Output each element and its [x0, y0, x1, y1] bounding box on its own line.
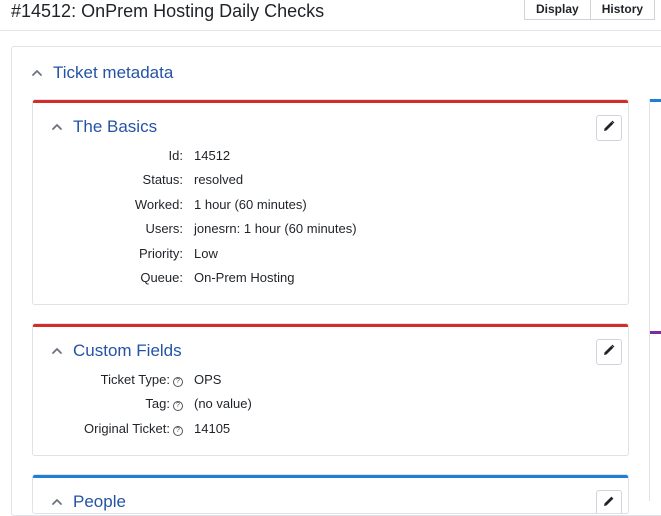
tab-display[interactable]: Display: [524, 0, 591, 20]
chevron-up-icon[interactable]: [50, 120, 64, 134]
section-title[interactable]: Ticket metadata: [53, 63, 173, 83]
card-title[interactable]: People: [73, 492, 126, 512]
custom-fields-header[interactable]: Custom Fields: [50, 341, 182, 361]
field-value-id: 14512: [194, 148, 231, 163]
view-tabs: Display History: [524, 0, 656, 20]
card-accent-bar: [33, 100, 628, 103]
field-label-ticket-type: Ticket Type:?: [101, 372, 183, 387]
field-value-status: resolved: [194, 172, 244, 187]
field-label-text: Original Ticket:: [84, 421, 170, 436]
custom-fields-card: Custom Fields Ticket Type:? OPS Tag:? (n…: [32, 323, 629, 456]
the-basics-card: The Basics Id: 14512 Status: resolved Wo…: [32, 99, 629, 305]
ticket-metadata-header[interactable]: Ticket metadata: [30, 63, 173, 83]
edit-custom-fields-button[interactable]: [596, 339, 622, 365]
field-label-queue: Queue:: [140, 270, 183, 285]
field-label-priority: Priority:: [138, 246, 183, 261]
right-column-card-border: [649, 99, 661, 339]
field-value-users: jonesrn: 1 hour (60 minutes): [194, 221, 357, 236]
card-title[interactable]: The Basics: [73, 117, 157, 137]
tab-history[interactable]: History: [590, 0, 656, 20]
field-label-original-ticket: Original Ticket:?: [84, 421, 183, 436]
field-value-queue[interactable]: On-Prem Hosting: [194, 270, 294, 285]
field-label-text: Tag:: [145, 396, 170, 411]
help-icon[interactable]: ?: [173, 401, 183, 411]
field-label-worked: Worked:: [134, 197, 183, 212]
field-value-ticket-type: OPS: [194, 372, 222, 387]
people-card: People: [32, 474, 629, 514]
pencil-icon: [603, 494, 615, 512]
card-accent-bar: [33, 475, 628, 478]
chevron-up-icon[interactable]: [50, 495, 64, 509]
card-title[interactable]: Custom Fields: [73, 341, 182, 361]
pencil-icon: [603, 119, 615, 137]
people-header[interactable]: People: [50, 492, 126, 512]
field-value-worked: 1 hour (60 minutes): [194, 197, 307, 212]
edit-people-button[interactable]: [596, 490, 622, 513]
right-column-card-border: [649, 331, 661, 501]
the-basics-header[interactable]: The Basics: [50, 117, 157, 137]
help-icon[interactable]: ?: [173, 377, 183, 387]
field-value-tag: (no value): [194, 396, 252, 411]
field-value-original-ticket[interactable]: 14105: [194, 421, 230, 436]
field-label-users: Users:: [145, 221, 183, 236]
card-accent-bar: [33, 324, 628, 327]
header-divider: [0, 30, 661, 31]
chevron-up-icon[interactable]: [30, 66, 44, 80]
page-title: #14512: OnPrem Hosting Daily Checks: [11, 1, 325, 21]
field-label-text: Ticket Type:: [100, 372, 170, 387]
help-icon[interactable]: ?: [173, 426, 183, 436]
field-label-id: Id:: [168, 148, 183, 163]
chevron-up-icon[interactable]: [50, 344, 64, 358]
field-label-tag: Tag:?: [145, 396, 183, 411]
field-value-priority: Low: [194, 246, 218, 261]
field-label-status: Status:: [142, 172, 183, 187]
edit-basics-button[interactable]: [596, 115, 622, 141]
pencil-icon: [603, 343, 615, 361]
